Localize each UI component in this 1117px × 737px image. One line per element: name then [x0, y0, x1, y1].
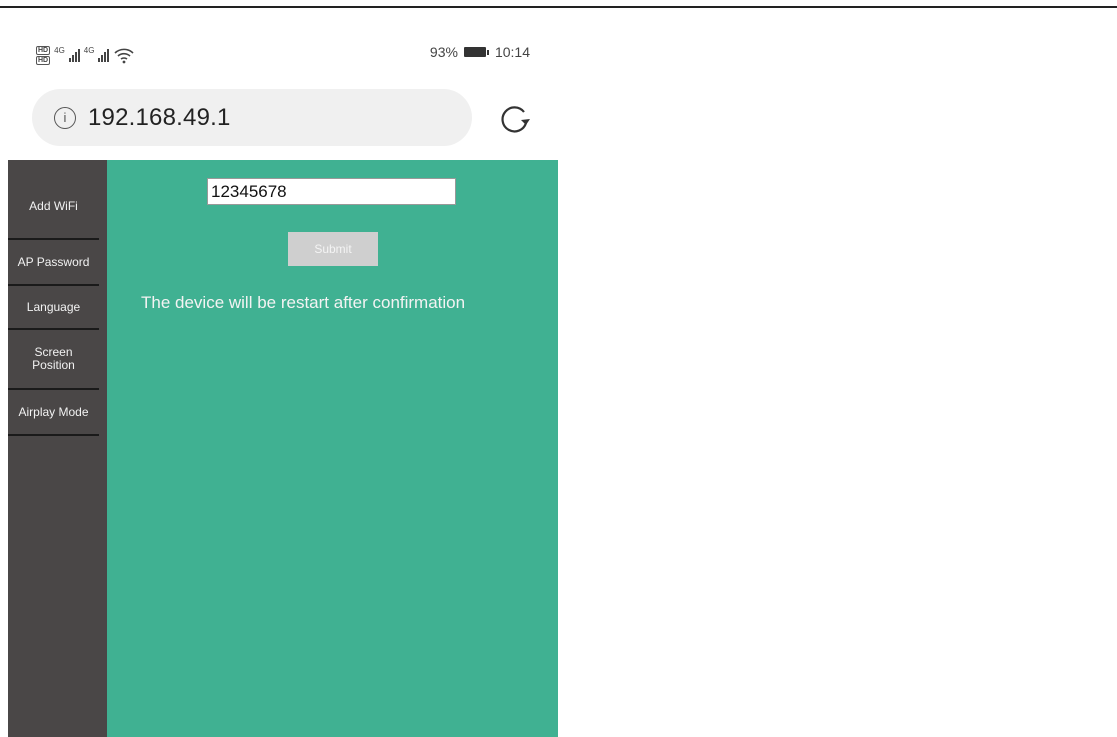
- sidebar-item-label: Language: [26, 299, 81, 314]
- sidebar-item-ap-password[interactable]: AP Password: [8, 240, 99, 286]
- network-label: 4G: [54, 45, 65, 55]
- battery-icon: [463, 47, 489, 57]
- sidebar-item-label: AP Password: [17, 254, 90, 269]
- submit-button[interactable]: Submit: [288, 232, 378, 266]
- top-divider: [0, 6, 1117, 8]
- sidebar-item-label: Add WiFi: [29, 199, 78, 213]
- status-bar-left: HD HD 4G 4G: [36, 42, 135, 68]
- sidebar-item-add-wifi[interactable]: Add WiFi: [8, 160, 99, 240]
- sidebar-item-label: Screen Position: [32, 345, 75, 372]
- reload-icon[interactable]: [497, 103, 531, 137]
- 4g-signal-icon: [98, 48, 110, 62]
- address-bar[interactable]: i 192.168.49.1: [32, 89, 472, 146]
- restart-notice: The device will be restart after confirm…: [141, 293, 466, 312]
- status-bar-right: 93% 10:14: [430, 44, 530, 60]
- sidebar-item-label: Airplay Mode: [18, 404, 89, 419]
- main-panel: Submit The device will be restart after …: [107, 160, 558, 737]
- sidebar-item-screen-position[interactable]: Screen Position: [8, 330, 99, 390]
- network-label: 4G: [83, 45, 95, 55]
- url-text[interactable]: 192.168.49.1: [88, 104, 231, 132]
- 4g-signal-icon: [68, 48, 80, 62]
- clock: 10:14: [494, 44, 530, 60]
- ap-password-input[interactable]: [207, 178, 456, 205]
- sidebar: Add WiFi AP Password Language Screen Pos…: [8, 160, 107, 737]
- sidebar-item-language[interactable]: Language: [8, 286, 99, 330]
- wifi-icon: [114, 48, 135, 64]
- hd-icon: HD HD: [36, 45, 51, 65]
- info-icon[interactable]: i: [54, 106, 76, 129]
- sidebar-item-airplay-mode[interactable]: Airplay Mode: [8, 390, 99, 436]
- battery-percent: 93%: [429, 44, 458, 60]
